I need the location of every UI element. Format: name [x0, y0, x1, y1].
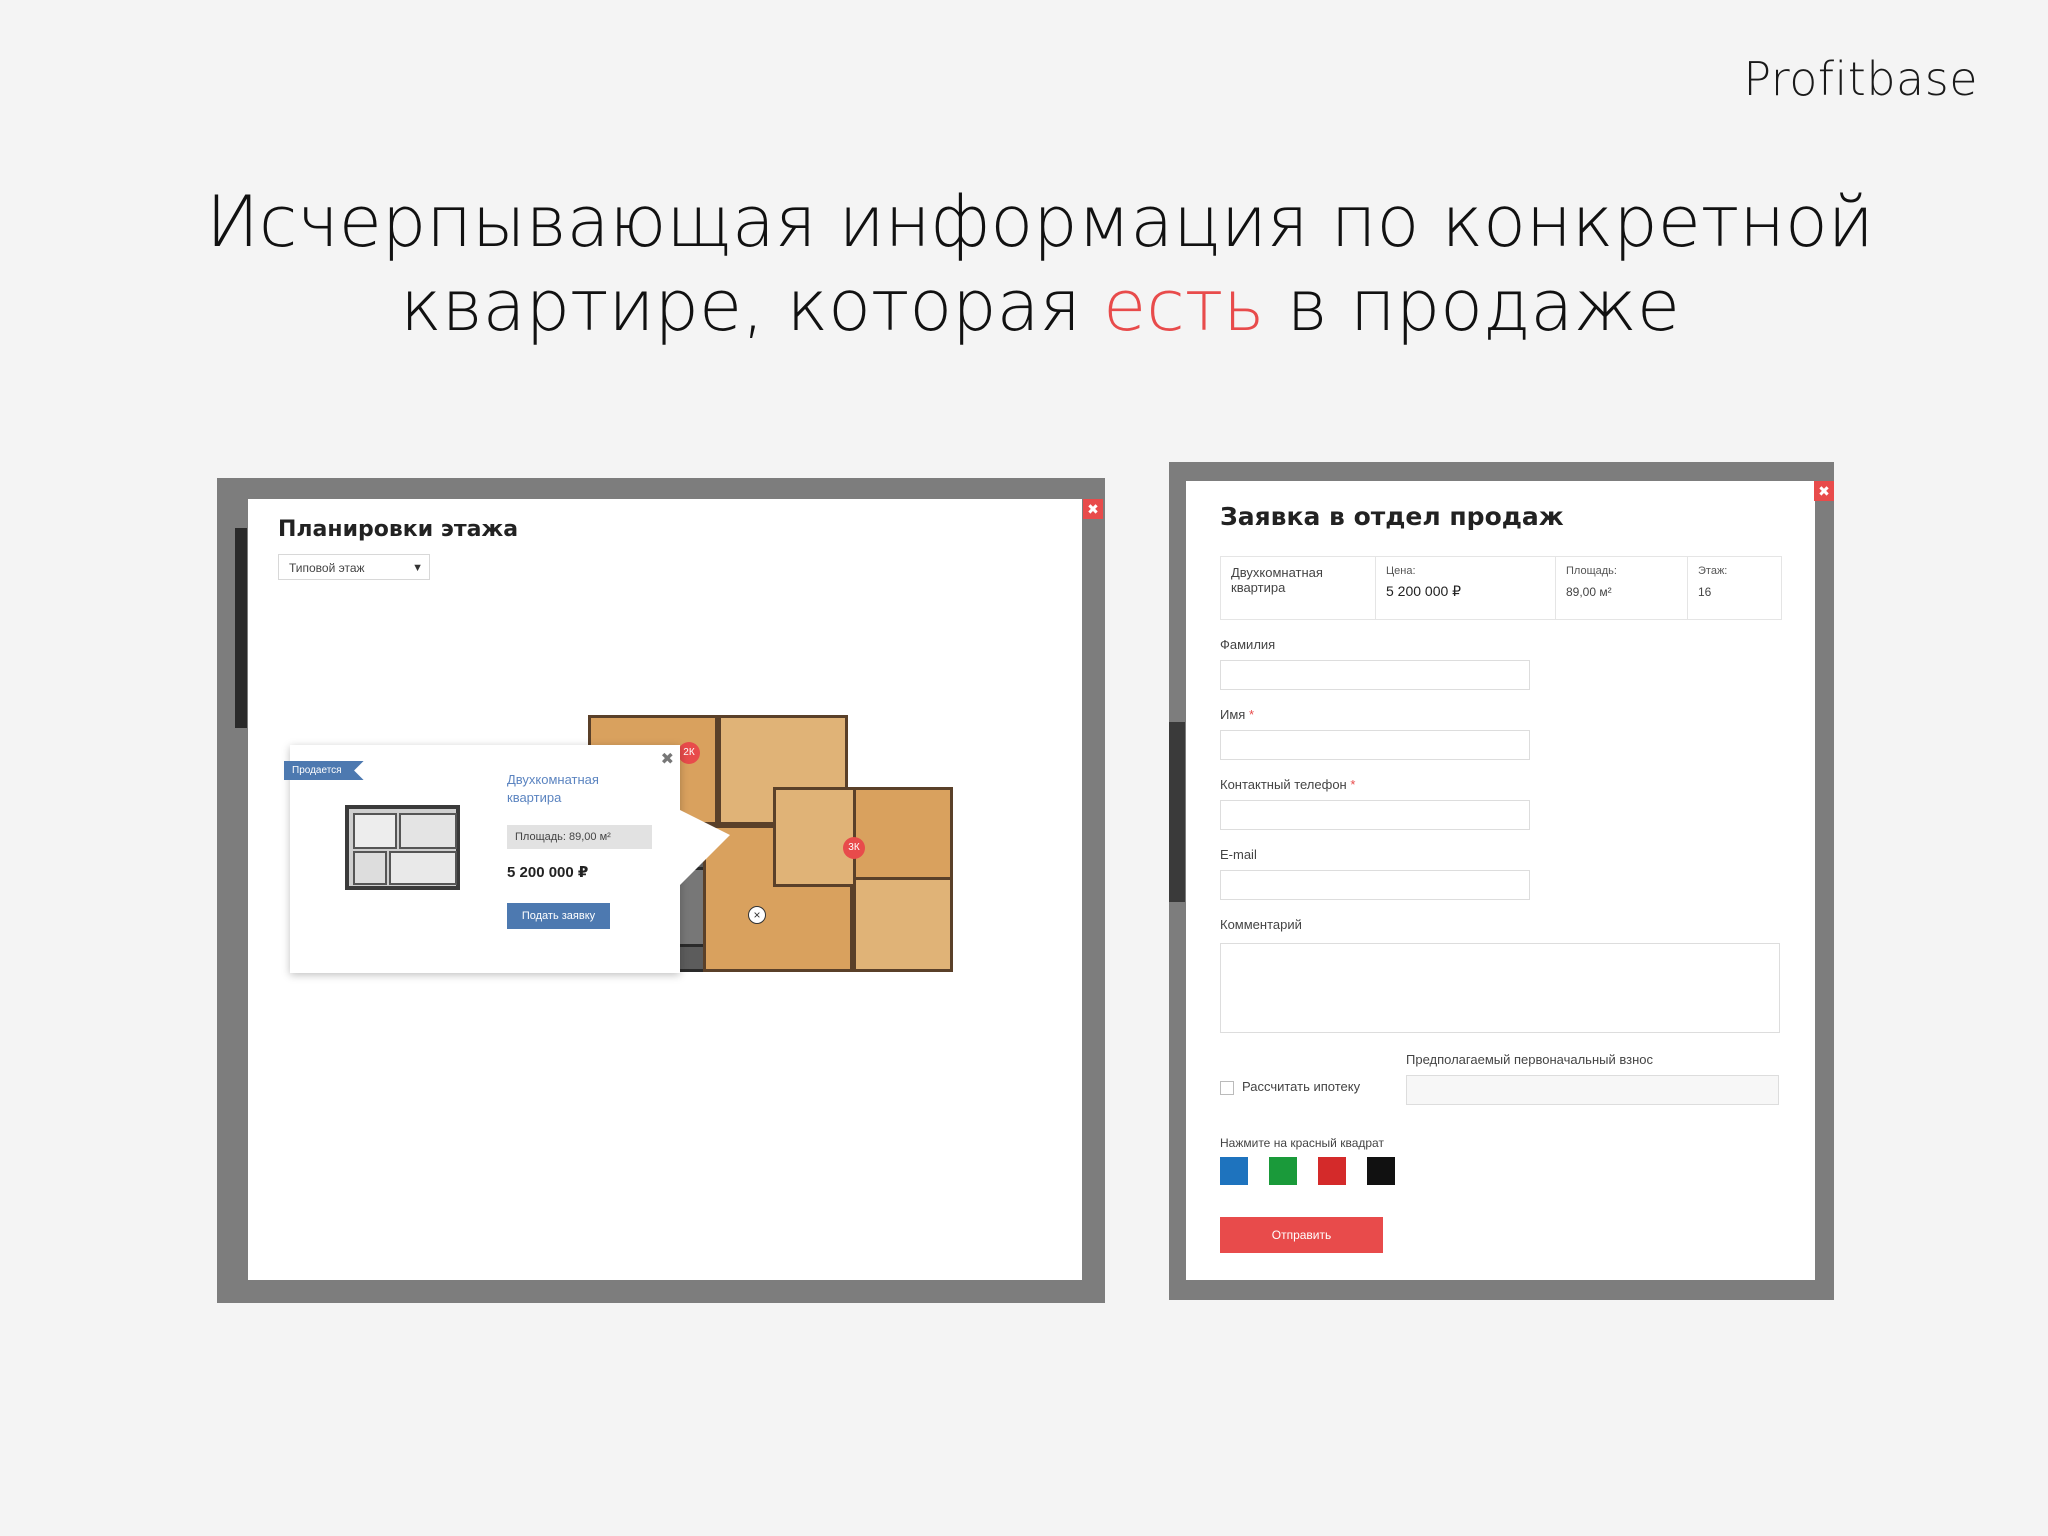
summary-price: 5 200 000 ₽ — [1386, 583, 1462, 599]
summary-price-cell: Цена: 5 200 000 ₽ — [1376, 557, 1556, 619]
close-icon[interactable]: ✖ — [1083, 499, 1103, 519]
headline-accent-word: есть — [1103, 265, 1265, 347]
chevron-down-icon: ▼ — [412, 562, 423, 574]
headline-line1: Исчерпывающая информация по конкретной — [206, 181, 1874, 263]
headline-line2-end: в продаже — [1264, 265, 1680, 347]
name-label: Имя * — [1220, 707, 1254, 722]
name-field[interactable] — [1220, 730, 1530, 760]
room — [353, 851, 387, 885]
captcha-black-square[interactable] — [1367, 1157, 1395, 1185]
apartment-type-link[interactable]: Двухкомнатная квартира — [507, 771, 637, 807]
email-field[interactable] — [1220, 870, 1530, 900]
room — [399, 813, 457, 849]
send-button[interactable]: Отправить — [1220, 1217, 1383, 1253]
floor-plan-title: Планировки этажа — [278, 517, 519, 542]
apartment-marker-2k[interactable]: 2К — [678, 742, 700, 764]
sold-marker-icon: × — [748, 906, 766, 924]
comment-label: Комментарий — [1220, 917, 1302, 932]
floor-plan-screenshot: Планировки этажа Типовой этаж ▼ 2К 3К × … — [217, 478, 1105, 1303]
brand-logo: Profitbase — [1743, 52, 1978, 106]
apartment-area: Площадь: 89,00 м² — [507, 825, 652, 849]
summary-type: Двухкомнатная квартира — [1221, 557, 1376, 619]
room — [389, 851, 457, 885]
request-modal: Заявка в отдел продаж Двухкомнатная квар… — [1186, 481, 1815, 1280]
required-mark: * — [1248, 707, 1255, 722]
background-strip — [235, 528, 247, 728]
summary-area-cell: Площадь: 89,00 м² — [1556, 557, 1688, 619]
mortgage-checkbox-label[interactable]: Рассчитать ипотеку — [1242, 1079, 1360, 1094]
headline-line2: квартире, которая есть в продаже — [0, 264, 2048, 348]
close-icon[interactable]: ✖ — [661, 749, 674, 769]
summary-area: 89,00 м² — [1566, 585, 1612, 599]
down-payment-field[interactable] — [1406, 1075, 1779, 1105]
phone-field[interactable] — [1220, 800, 1530, 830]
phone-label: Контактный телефон * — [1220, 777, 1355, 792]
floor-select[interactable]: Типовой этаж ▼ — [278, 554, 430, 580]
apartment-summary: Двухкомнатная квартира Цена: 5 200 000 ₽… — [1220, 556, 1782, 620]
close-icon[interactable]: ✖ — [1814, 481, 1834, 501]
captcha-blue-square[interactable] — [1220, 1157, 1248, 1185]
status-badge: Продается — [284, 761, 364, 780]
floor-plan-modal: Планировки этажа Типовой этаж ▼ 2К 3К × … — [248, 499, 1082, 1280]
summary-floor-cell: Этаж: 16 — [1688, 557, 1781, 619]
headline-line2-start: квартире, которая — [400, 265, 1104, 347]
floor-select-value: Типовой этаж — [289, 561, 365, 575]
apartment-layout-thumbnail — [345, 805, 460, 890]
email-label: E-mail — [1220, 847, 1257, 862]
summary-floor: 16 — [1698, 585, 1712, 599]
popup-pointer — [670, 805, 730, 895]
headline: Исчерпывающая информация по конкретной к… — [0, 180, 2048, 348]
down-payment-label: Предполагаемый первоначальный взнос — [1406, 1052, 1653, 1067]
captcha-green-square[interactable] — [1269, 1157, 1297, 1185]
phone-label-text: Контактный телефон — [1220, 777, 1347, 792]
comment-textarea[interactable] — [1220, 943, 1780, 1033]
mortgage-checkbox[interactable] — [1220, 1081, 1234, 1095]
room — [853, 877, 953, 972]
submit-request-button[interactable]: Подать заявку — [507, 903, 610, 929]
summary-area-label: Площадь: — [1566, 565, 1617, 577]
summary-price-label: Цена: — [1386, 565, 1416, 577]
request-form-screenshot: Заявка в отдел продаж Двухкомнатная квар… — [1169, 462, 1834, 1300]
background-strip — [1169, 722, 1185, 902]
surname-label: Фамилия — [1220, 637, 1276, 652]
apartment-marker-3k[interactable]: 3К — [843, 837, 865, 859]
required-mark: * — [1350, 777, 1356, 792]
captcha-instruction: Нажмите на красный квадрат — [1220, 1136, 1384, 1150]
room — [353, 813, 397, 849]
surname-field[interactable] — [1220, 660, 1530, 690]
apartment-price: 5 200 000 ₽ — [507, 864, 589, 881]
name-label-text: Имя — [1220, 707, 1246, 722]
captcha-red-square[interactable] — [1318, 1157, 1346, 1185]
request-modal-title: Заявка в отдел продаж — [1220, 502, 1564, 531]
summary-floor-label: Этаж: — [1698, 565, 1728, 577]
apartment-popup: Продается ✖ Двухкомнатная квартира Площа… — [284, 745, 730, 973]
